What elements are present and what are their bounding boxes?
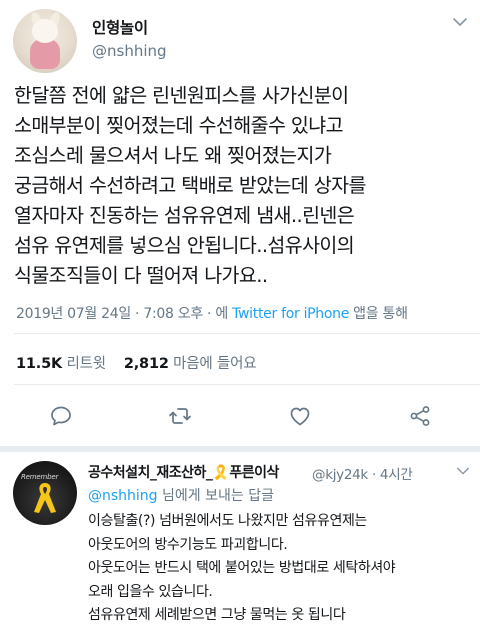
source-suffix: 앱을 통해: [349, 306, 408, 322]
retweet-label[interactable]: 리트윗: [66, 356, 106, 372]
tweet-text: 한달쯤 전에 얇은 린넨원피스를 사가신분이 소매부분이 찢어졌는데 수선해줄수…: [14, 84, 366, 287]
chevron-down-icon[interactable]: [456, 464, 470, 478]
like-button[interactable]: [288, 404, 312, 428]
replying-to: @nshhing 님에게 보내는 답글: [88, 485, 274, 505]
like-label[interactable]: 마음에 들어요: [173, 356, 256, 372]
reply-tweet[interactable]: Remember 공수처설치_재조산하_🎗️푸른이삭 @kjy24k · 4시간…: [0, 452, 480, 626]
reply-mention[interactable]: @nshhing: [88, 488, 158, 504]
retweet-button[interactable]: [168, 404, 192, 428]
user-handle[interactable]: @nshhing: [92, 42, 167, 60]
share-button[interactable]: [408, 404, 432, 428]
yellow-ribbon-icon: [34, 483, 56, 513]
retweet-count[interactable]: 11.5K: [16, 356, 62, 372]
like-count[interactable]: 2,812: [124, 356, 169, 372]
tweet-date: 2019년 07월 24일 · 7:08 오후 · 에: [16, 306, 233, 322]
display-name[interactable]: 인형놀이: [92, 16, 148, 38]
replying-suffix: 님에게 보내는 답글: [157, 488, 274, 504]
reply-avatar[interactable]: Remember: [13, 461, 77, 525]
share-nodes-icon: [410, 406, 430, 426]
divider: [14, 384, 480, 385]
tweet-meta: 2019년 07월 24일 · 7:08 오후 · 에 Twitter for …: [16, 303, 408, 323]
main-tweet: 인형놀이 @nshhing 한달쯤 전에 얇은 린넨원피스를 사가신분이 소매부…: [0, 0, 480, 446]
divider: [14, 333, 480, 334]
reply-button[interactable]: [49, 404, 73, 428]
avatar-head: [32, 19, 58, 43]
retweet-arrows-icon: [169, 408, 191, 424]
reply-display-name[interactable]: 공수처설치_재조산하_🎗️푸른이삭: [88, 462, 279, 482]
source-link[interactable]: Twitter for iPhone: [232, 306, 349, 322]
avatar-body: [30, 39, 60, 69]
chevron-down-icon[interactable]: [452, 14, 468, 30]
reply-handle-time[interactable]: @kjy24k · 4시간: [312, 463, 413, 483]
speech-bubble-icon: [51, 406, 71, 426]
reply-text: 이승탈출(?) 넘버원에서도 나왔지만 섬유유연제는 아웃도어의 방수기능도 파…: [88, 513, 396, 623]
avatar[interactable]: [13, 9, 77, 73]
tweet-stats: 11.5K 리트윗 2,812 마음에 들어요: [16, 352, 274, 373]
heart-icon: [290, 407, 310, 426]
